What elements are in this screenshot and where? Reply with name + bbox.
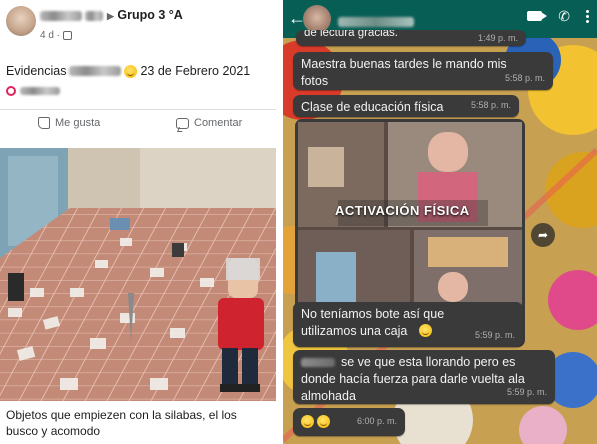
tagged-row bbox=[6, 86, 60, 96]
post-time[interactable]: 4 d · bbox=[40, 30, 60, 41]
contact-avatar[interactable] bbox=[303, 5, 331, 33]
message-bubble[interactable]: No teníamos bote así que utilizamos una … bbox=[293, 302, 523, 347]
message-text: se ve que esta llorando pero es donde ha… bbox=[301, 355, 525, 403]
child-name-blurred bbox=[301, 358, 335, 367]
mentioned-name-blurred[interactable] bbox=[69, 66, 122, 76]
message-bubble[interactable]: de lectura gracias. 1:49 p. m. bbox=[296, 30, 526, 46]
message-bubble[interactable]: Maestra buenas tardes le mando mis fotos… bbox=[293, 52, 553, 90]
phone-icon[interactable]: ✆ bbox=[558, 9, 570, 23]
post-caption: Evidencias 23 de Febrero 2021 bbox=[6, 64, 250, 78]
triangle-right-icon: ▶ bbox=[106, 11, 114, 21]
more-options-icon[interactable] bbox=[586, 9, 589, 23]
audience-icon[interactable] bbox=[63, 31, 73, 40]
message-time: 6:00 p. m. bbox=[356, 416, 397, 426]
divider bbox=[0, 109, 276, 110]
joy-emoji-icon bbox=[317, 415, 330, 428]
facebook-post: ▶ Grupo 3 °A 4 d · Evidencias 23 de Febr… bbox=[0, 0, 276, 444]
smile-emoji-icon bbox=[124, 64, 138, 78]
post-meta: 4 d · bbox=[40, 30, 73, 41]
author-avatar[interactable] bbox=[6, 6, 36, 36]
message-bubble[interactable]: 6:00 p. m. bbox=[293, 408, 405, 436]
post-header: ▶ Grupo 3 °A bbox=[40, 8, 183, 22]
header-actions: ✆ bbox=[527, 9, 589, 23]
tagged-name-blurred[interactable] bbox=[20, 87, 60, 95]
message-bubble[interactable]: se ve que esta llorando pero es donde ha… bbox=[293, 350, 555, 404]
author-surname-blurred bbox=[85, 10, 104, 21]
like-button[interactable]: Me gusta bbox=[38, 117, 100, 129]
photo-caption: Objetos que empiezen con la silabas, el … bbox=[6, 408, 237, 438]
grin-sweat-emoji-icon bbox=[301, 415, 314, 428]
message-time: 5:59 p. m. bbox=[506, 387, 547, 397]
message-time: 5:58 p. m. bbox=[470, 100, 511, 110]
comment-label: Comentar bbox=[194, 117, 243, 129]
message-text: de lectura gracias. bbox=[304, 30, 398, 39]
post-photo[interactable] bbox=[0, 148, 276, 401]
like-label: Me gusta bbox=[55, 117, 101, 129]
thumbs-up-icon bbox=[38, 117, 50, 129]
message-text: Maestra buenas tardes le mando mis fotos bbox=[301, 57, 507, 88]
comment-icon bbox=[176, 117, 189, 129]
caption-date: 23 de Febrero 2021 bbox=[140, 64, 251, 78]
group-name[interactable]: Grupo 3 °A bbox=[117, 8, 182, 22]
location-pin-icon bbox=[6, 86, 16, 96]
message-time: 1:49 p. m. bbox=[477, 33, 518, 43]
comment-button[interactable]: Comentar bbox=[176, 117, 242, 129]
message-time: 5:59 p. m. bbox=[474, 330, 515, 340]
message-time: 5:58 p. m. bbox=[504, 73, 545, 83]
message-text: No teníamos bote así que utilizamos una … bbox=[301, 307, 445, 338]
message-bubble[interactable]: Clase de educación física 5:58 p. m. bbox=[293, 95, 519, 117]
media-overlay-text: ACTIVACIÓN FÍSICA bbox=[335, 203, 470, 218]
message-text: Clase de educación física bbox=[301, 100, 444, 114]
author-name-blurred[interactable] bbox=[40, 10, 82, 21]
grin-sweat-emoji-icon bbox=[419, 324, 432, 337]
caption-start: Evidencias bbox=[6, 64, 67, 78]
contact-name-blurred[interactable] bbox=[338, 13, 414, 31]
share-arrow-icon[interactable]: ➦ bbox=[531, 223, 555, 247]
classroom-floor-photo bbox=[0, 148, 276, 401]
video-call-icon[interactable] bbox=[527, 11, 548, 21]
